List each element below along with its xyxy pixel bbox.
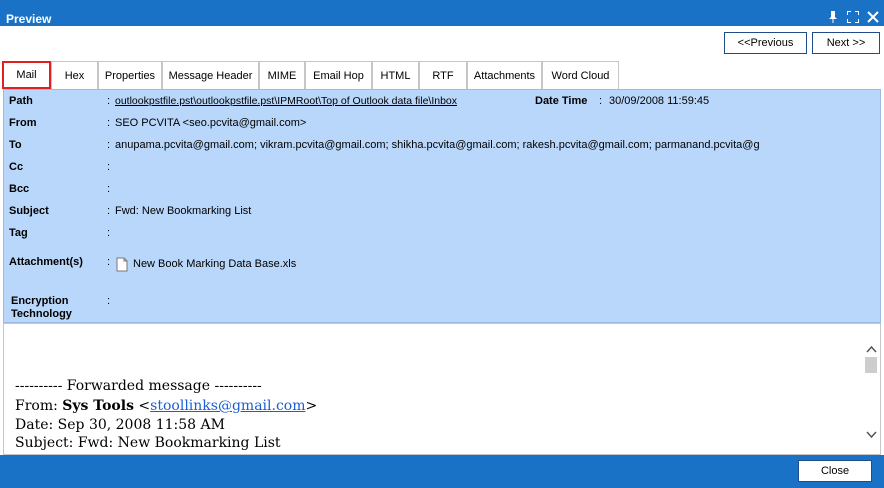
tab-label: Hex xyxy=(64,69,85,82)
tab-html[interactable]: HTML xyxy=(372,61,419,89)
close-button[interactable]: Close xyxy=(798,460,872,482)
close-icon[interactable] xyxy=(866,9,880,23)
to-label: To xyxy=(9,139,22,151)
colon: : xyxy=(107,295,111,307)
tab-label: Attachments xyxy=(473,69,536,82)
tab-label: Message Header xyxy=(168,69,253,82)
previous-button[interactable]: <<Previous xyxy=(724,32,807,54)
tab-label: HTML xyxy=(380,69,411,82)
to-value: anupama.pcvita@gmail.com; vikram.pcvita@… xyxy=(115,139,760,151)
bcc-label: Bcc xyxy=(9,183,30,195)
tab-strip: Mail Hex Properties Message Header MIME … xyxy=(0,61,884,89)
colon: : xyxy=(107,95,111,107)
colon: : xyxy=(107,161,111,173)
scroll-thumb[interactable] xyxy=(865,357,877,373)
tab-rtf[interactable]: RTF xyxy=(419,61,467,89)
tab-label: Word Cloud xyxy=(551,69,610,82)
scroll-down-icon[interactable] xyxy=(866,424,877,443)
tab-mail[interactable]: Mail xyxy=(2,61,51,89)
datetime-label: Date Time xyxy=(535,95,588,107)
colon: : xyxy=(107,183,111,195)
datetime-value: 30/09/2008 11:59:45 xyxy=(609,95,710,107)
tab-label: RTF xyxy=(432,69,454,82)
footer-bar: Close xyxy=(0,455,884,488)
path-label: Path xyxy=(9,95,33,107)
subject-label: Subject xyxy=(9,205,49,217)
next-label: Next >> xyxy=(826,37,866,49)
tab-mime[interactable]: MIME xyxy=(259,61,305,89)
tab-email-hop[interactable]: Email Hop xyxy=(305,61,372,89)
from-value: SEO PCVITA <seo.pcvita@gmail.com> xyxy=(115,117,307,129)
close-label: Close xyxy=(820,465,850,477)
cc-label: Cc xyxy=(9,161,24,173)
from-label: From xyxy=(9,117,37,129)
subject-line: Subject: Fwd: New Bookmarking List xyxy=(15,435,281,451)
from-line: From: Sys Tools <stoollinks@gmail.com> xyxy=(15,398,318,414)
pin-icon[interactable] xyxy=(826,9,840,23)
colon: : xyxy=(107,227,111,239)
colon: : xyxy=(107,139,111,151)
date-line: Date: Sep 30, 2008 11:58 AM xyxy=(15,417,225,433)
message-header-panel: Path : outlookpstfile.pst\outlookpstfile… xyxy=(3,89,881,323)
path-value[interactable]: outlookpstfile.pst\outlookpstfile.pst\IP… xyxy=(115,95,457,107)
window-controls xyxy=(826,9,880,23)
tab-word-cloud[interactable]: Word Cloud xyxy=(542,61,619,89)
subject-value: Fwd: New Bookmarking List xyxy=(115,205,252,217)
file-icon xyxy=(116,257,128,275)
tab-label: Mail xyxy=(16,69,37,81)
maximize-icon[interactable] xyxy=(846,9,860,23)
from-email-link[interactable]: stoollinks@gmail.com xyxy=(150,398,305,414)
attachment-file-link[interactable]: New Book Marking Data Base.xls xyxy=(133,258,296,270)
window-title: Preview xyxy=(6,12,52,26)
from-prefix: From: xyxy=(15,398,63,414)
tag-label: Tag xyxy=(9,227,28,239)
vertical-scrollbar[interactable] xyxy=(862,324,880,454)
tab-label: MIME xyxy=(267,69,297,82)
encryption-label-1: Encryption xyxy=(11,295,69,307)
tab-properties[interactable]: Properties xyxy=(98,61,162,89)
tab-label: Email Hop xyxy=(313,69,364,82)
from-name: Sys Tools xyxy=(62,398,134,414)
colon: : xyxy=(107,117,111,129)
message-body: ---------- Forwarded message ---------- … xyxy=(3,323,881,455)
colon: : xyxy=(599,95,603,107)
attachments-label: Attachment(s) xyxy=(9,256,83,268)
colon: : xyxy=(107,256,111,268)
next-button[interactable]: Next >> xyxy=(812,32,880,54)
scroll-up-icon[interactable] xyxy=(866,338,877,357)
tab-label: Properties xyxy=(104,69,156,82)
forwarded-line: ---------- Forwarded message ---------- xyxy=(15,378,262,394)
tab-hex[interactable]: Hex xyxy=(51,61,98,89)
previous-label: <<Previous xyxy=(737,37,794,49)
colon: : xyxy=(107,205,111,217)
tab-attachments[interactable]: Attachments xyxy=(467,61,542,89)
tab-message-header[interactable]: Message Header xyxy=(162,61,259,89)
encryption-label-2: Technology xyxy=(11,308,72,320)
